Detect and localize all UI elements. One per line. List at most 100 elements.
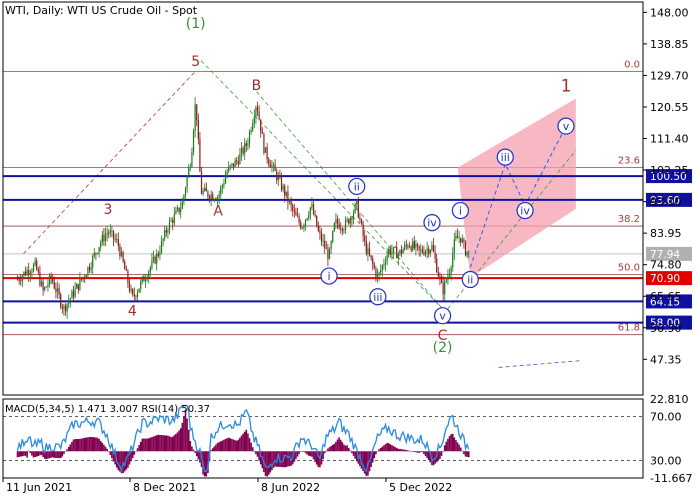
- candle-body: [287, 191, 289, 203]
- candle-body: [21, 276, 23, 282]
- macd-bar: [415, 451, 417, 453]
- macd-bar: [309, 451, 312, 457]
- candle-body: [303, 225, 305, 229]
- macd-bar: [69, 444, 72, 452]
- candle-body: [212, 194, 214, 200]
- y-tick-label: 83.95: [650, 227, 682, 240]
- macd-bar: [378, 449, 380, 452]
- candle-body: [368, 248, 371, 256]
- candle-body: [61, 306, 63, 309]
- macd-bar: [467, 451, 470, 458]
- macd-bar: [171, 436, 174, 452]
- candle-body: [311, 204, 313, 208]
- macd-bar: [181, 422, 184, 452]
- candle-body: [349, 217, 351, 224]
- macd-bar: [463, 451, 465, 455]
- macd-bar: [178, 430, 180, 452]
- macd-bar: [141, 438, 144, 452]
- candle-body: [348, 219, 350, 224]
- candle-body: [455, 235, 457, 240]
- candle-body: [167, 230, 169, 233]
- macd-bar: [335, 441, 337, 452]
- candle-body: [328, 248, 331, 260]
- candle-body: [69, 298, 71, 302]
- macd-bar: [144, 438, 147, 452]
- candle-body: [437, 272, 439, 277]
- candle-body: [352, 212, 355, 220]
- candle-body: [96, 252, 99, 254]
- candle-body: [468, 250, 470, 252]
- macd-bar: [464, 451, 467, 457]
- macd-bar: [264, 451, 267, 476]
- candle-body: [343, 229, 345, 231]
- candle-body: [312, 204, 315, 215]
- candle-body: [338, 223, 340, 229]
- candle-body: [100, 242, 102, 248]
- candle-body: [208, 196, 211, 200]
- candle-body: [77, 284, 79, 290]
- macd-bar: [162, 435, 164, 452]
- y-tick-label: 129.70: [650, 69, 689, 82]
- macd-bar: [138, 445, 140, 452]
- macd-bar: [71, 441, 73, 452]
- candle-body: [82, 276, 84, 280]
- candle-body: [306, 218, 308, 220]
- macd-bar: [127, 451, 129, 468]
- macd-bar: [304, 451, 307, 454]
- macd-bar: [391, 445, 393, 452]
- macd-bar: [192, 449, 195, 452]
- candle-body: [183, 195, 185, 202]
- macd-bar: [314, 451, 316, 462]
- wave-label: i: [459, 205, 462, 218]
- macd-bar: [389, 444, 392, 452]
- macd-bar: [195, 451, 198, 457]
- macd-bar: [461, 450, 464, 452]
- candle-body: [229, 165, 231, 167]
- macd-rsi-panel: [3, 404, 643, 477]
- candle-body: [336, 219, 339, 224]
- candle-body: [119, 245, 121, 257]
- fib-label: 61.8: [618, 323, 640, 334]
- candle-body: [215, 199, 217, 201]
- candle-body: [95, 252, 97, 254]
- wave-label: iv: [520, 205, 530, 218]
- candle-body: [245, 143, 247, 146]
- candle-body: [188, 167, 190, 178]
- candle-body: [176, 207, 179, 211]
- candle-body: [269, 163, 271, 168]
- macd-bar: [343, 444, 345, 452]
- candle-body: [226, 171, 228, 177]
- candle-body: [148, 271, 150, 278]
- macd-bar: [416, 451, 419, 453]
- candle-body: [125, 269, 127, 271]
- candle-body: [44, 287, 46, 290]
- candle-body: [420, 249, 422, 251]
- candle-body: [415, 243, 417, 249]
- candle-body: [434, 251, 436, 259]
- candle-body: [391, 251, 393, 255]
- macd-bar: [338, 437, 340, 452]
- candle-body: [421, 249, 423, 253]
- candle-body: [135, 295, 137, 297]
- candle-body: [400, 249, 403, 254]
- candle-body: [288, 200, 291, 203]
- macd-bar: [231, 438, 233, 452]
- macd-bar: [333, 443, 336, 452]
- candle-body: [191, 152, 193, 167]
- macd-bar: [455, 440, 457, 452]
- candle-body: [293, 210, 295, 213]
- macd-bar: [419, 451, 422, 453]
- candle-body: [376, 274, 379, 277]
- macd-bar: [58, 451, 60, 459]
- macd-bar: [351, 451, 353, 454]
- candle-body: [340, 228, 342, 230]
- candle-body: [296, 215, 299, 217]
- candle-body: [319, 230, 321, 234]
- macd-bar: [325, 450, 328, 452]
- candle-body: [239, 153, 241, 165]
- candle-body: [394, 247, 396, 248]
- candle-body: [79, 278, 81, 290]
- candle-body: [168, 221, 171, 231]
- candle-body: [141, 276, 143, 282]
- macd-bar: [336, 439, 339, 452]
